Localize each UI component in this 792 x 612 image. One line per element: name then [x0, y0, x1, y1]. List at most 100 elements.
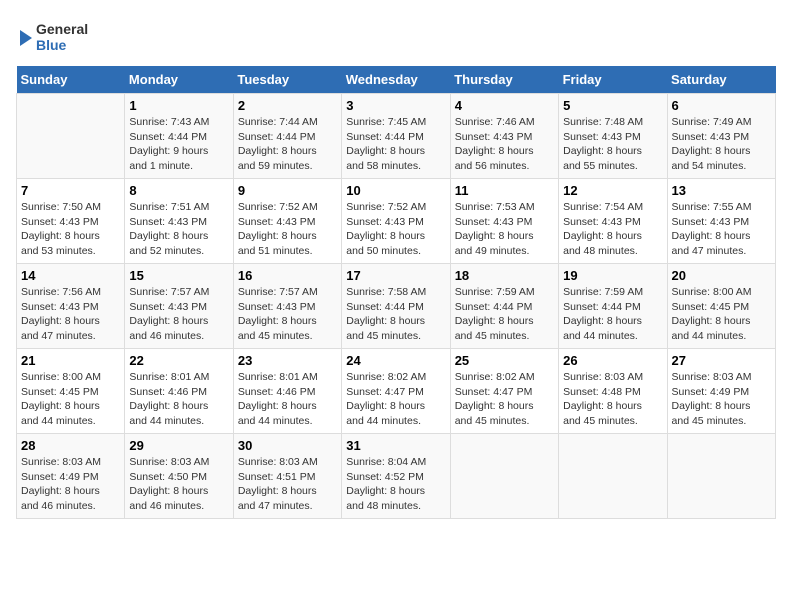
- day-info: Sunrise: 7:53 AM Sunset: 4:43 PM Dayligh…: [455, 200, 554, 259]
- calendar-cell: 26 Sunrise: 8:03 AM Sunset: 4:48 PM Dayli…: [559, 349, 667, 434]
- calendar-cell: 7 Sunrise: 7:50 AM Sunset: 4:43 PM Daylig…: [17, 179, 125, 264]
- calendar-cell: 6Sunrise: 7:49 AM Sunset: 4:43 PM Daylig…: [667, 94, 775, 179]
- day-number: 5: [563, 98, 662, 113]
- weekday-header-friday: Friday: [559, 66, 667, 94]
- weekday-header-sunday: Sunday: [17, 66, 125, 94]
- day-number: 10: [346, 183, 445, 198]
- day-number: 22: [129, 353, 228, 368]
- day-number: 20: [672, 268, 771, 283]
- day-info: Sunrise: 7:51 AM Sunset: 4:43 PM Dayligh…: [129, 200, 228, 259]
- calendar-cell: 4 Sunrise: 7:46 AM Sunset: 4:43 PM Daylig…: [450, 94, 558, 179]
- week-row-2: 7 Sunrise: 7:50 AM Sunset: 4:43 PM Daylig…: [17, 179, 776, 264]
- day-info: Sunrise: 7:56 AM Sunset: 4:43 PM Dayligh…: [21, 285, 120, 344]
- day-number: 19: [563, 268, 662, 283]
- week-row-5: 28Sunrise: 8:03 AM Sunset: 4:49 PM Dayli…: [17, 434, 776, 519]
- day-info: Sunrise: 8:03 AM Sunset: 4:50 PM Dayligh…: [129, 455, 228, 514]
- day-info: Sunrise: 7:52 AM Sunset: 4:43 PM Dayligh…: [238, 200, 337, 259]
- day-number: 7: [21, 183, 120, 198]
- calendar-cell: [667, 434, 775, 519]
- day-number: 30: [238, 438, 337, 453]
- weekday-header-row: SundayMondayTuesdayWednesdayThursdayFrid…: [17, 66, 776, 94]
- day-number: 15: [129, 268, 228, 283]
- calendar-cell: 12 Sunrise: 7:54 AM Sunset: 4:43 PM Dayli…: [559, 179, 667, 264]
- calendar-cell: [450, 434, 558, 519]
- day-number: 24: [346, 353, 445, 368]
- day-number: 16: [238, 268, 337, 283]
- day-info: Sunrise: 7:46 AM Sunset: 4:43 PM Dayligh…: [455, 115, 554, 174]
- day-info: Sunrise: 7:57 AM Sunset: 4:43 PM Dayligh…: [238, 285, 337, 344]
- logo: GeneralBlue: [16, 16, 96, 56]
- calendar-cell: 27 Sunrise: 8:03 AM Sunset: 4:49 PM Dayli…: [667, 349, 775, 434]
- header: GeneralBlue: [16, 16, 776, 56]
- day-info: Sunrise: 8:03 AM Sunset: 4:48 PM Dayligh…: [563, 370, 662, 429]
- day-info: Sunrise: 8:01 AM Sunset: 4:46 PM Dayligh…: [238, 370, 337, 429]
- day-info: Sunrise: 7:54 AM Sunset: 4:43 PM Dayligh…: [563, 200, 662, 259]
- day-number: 12: [563, 183, 662, 198]
- calendar-cell: 18Sunrise: 7:59 AM Sunset: 4:44 PM Dayli…: [450, 264, 558, 349]
- day-info: Sunrise: 8:00 AM Sunset: 4:45 PM Dayligh…: [21, 370, 120, 429]
- day-info: Sunrise: 8:03 AM Sunset: 4:51 PM Dayligh…: [238, 455, 337, 514]
- calendar-cell: 22Sunrise: 8:01 AM Sunset: 4:46 PM Dayli…: [125, 349, 233, 434]
- day-number: 25: [455, 353, 554, 368]
- day-number: 13: [672, 183, 771, 198]
- calendar-cell: 19 Sunrise: 7:59 AM Sunset: 4:44 PM Dayli…: [559, 264, 667, 349]
- day-info: Sunrise: 7:45 AM Sunset: 4:44 PM Dayligh…: [346, 115, 445, 174]
- day-number: 29: [129, 438, 228, 453]
- week-row-1: 1 Sunrise: 7:43 AM Sunset: 4:44 PM Daylig…: [17, 94, 776, 179]
- calendar-cell: 11Sunrise: 7:53 AM Sunset: 4:43 PM Dayli…: [450, 179, 558, 264]
- day-info: Sunrise: 7:43 AM Sunset: 4:44 PM Dayligh…: [129, 115, 228, 174]
- day-number: 23: [238, 353, 337, 368]
- day-info: Sunrise: 7:49 AM Sunset: 4:43 PM Dayligh…: [672, 115, 771, 174]
- calendar-cell: 23 Sunrise: 8:01 AM Sunset: 4:46 PM Dayli…: [233, 349, 341, 434]
- calendar-cell: 25 Sunrise: 8:02 AM Sunset: 4:47 PM Dayli…: [450, 349, 558, 434]
- day-number: 21: [21, 353, 120, 368]
- calendar-cell: [559, 434, 667, 519]
- calendar-cell: 14 Sunrise: 7:56 AM Sunset: 4:43 PM Dayli…: [17, 264, 125, 349]
- calendar-cell: 17Sunrise: 7:58 AM Sunset: 4:44 PM Dayli…: [342, 264, 450, 349]
- calendar-cell: 1 Sunrise: 7:43 AM Sunset: 4:44 PM Daylig…: [125, 94, 233, 179]
- weekday-header-saturday: Saturday: [667, 66, 775, 94]
- day-number: 1: [129, 98, 228, 113]
- calendar-cell: 8 Sunrise: 7:51 AM Sunset: 4:43 PM Daylig…: [125, 179, 233, 264]
- calendar-cell: 30 Sunrise: 8:03 AM Sunset: 4:51 PM Dayli…: [233, 434, 341, 519]
- calendar-cell: 21 Sunrise: 8:00 AM Sunset: 4:45 PM Dayli…: [17, 349, 125, 434]
- day-number: 4: [455, 98, 554, 113]
- calendar-cell: 20Sunrise: 8:00 AM Sunset: 4:45 PM Dayli…: [667, 264, 775, 349]
- day-number: 26: [563, 353, 662, 368]
- calendar-cell: 28Sunrise: 8:03 AM Sunset: 4:49 PM Dayli…: [17, 434, 125, 519]
- day-info: Sunrise: 7:57 AM Sunset: 4:43 PM Dayligh…: [129, 285, 228, 344]
- day-number: 3: [346, 98, 445, 113]
- day-number: 14: [21, 268, 120, 283]
- week-row-4: 21 Sunrise: 8:00 AM Sunset: 4:45 PM Dayli…: [17, 349, 776, 434]
- weekday-header-tuesday: Tuesday: [233, 66, 341, 94]
- calendar-cell: 29 Sunrise: 8:03 AM Sunset: 4:50 PM Dayli…: [125, 434, 233, 519]
- day-info: Sunrise: 7:50 AM Sunset: 4:43 PM Dayligh…: [21, 200, 120, 259]
- calendar-cell: 2Sunrise: 7:44 AM Sunset: 4:44 PM Daylig…: [233, 94, 341, 179]
- calendar-cell: 5 Sunrise: 7:48 AM Sunset: 4:43 PM Daylig…: [559, 94, 667, 179]
- day-number: 31: [346, 438, 445, 453]
- day-number: 9: [238, 183, 337, 198]
- day-info: Sunrise: 7:59 AM Sunset: 4:44 PM Dayligh…: [563, 285, 662, 344]
- calendar-cell: 9 Sunrise: 7:52 AM Sunset: 4:43 PM Daylig…: [233, 179, 341, 264]
- day-info: Sunrise: 7:48 AM Sunset: 4:43 PM Dayligh…: [563, 115, 662, 174]
- day-info: Sunrise: 8:02 AM Sunset: 4:47 PM Dayligh…: [346, 370, 445, 429]
- day-number: 17: [346, 268, 445, 283]
- calendar-cell: 16 Sunrise: 7:57 AM Sunset: 4:43 PM Dayli…: [233, 264, 341, 349]
- calendar-cell: 24 Sunrise: 8:02 AM Sunset: 4:47 PM Dayli…: [342, 349, 450, 434]
- calendar-cell: 31Sunrise: 8:04 AM Sunset: 4:52 PM Dayli…: [342, 434, 450, 519]
- day-info: Sunrise: 8:02 AM Sunset: 4:47 PM Dayligh…: [455, 370, 554, 429]
- day-info: Sunrise: 7:52 AM Sunset: 4:43 PM Dayligh…: [346, 200, 445, 259]
- day-number: 27: [672, 353, 771, 368]
- day-info: Sunrise: 7:55 AM Sunset: 4:43 PM Dayligh…: [672, 200, 771, 259]
- day-info: Sunrise: 8:03 AM Sunset: 4:49 PM Dayligh…: [21, 455, 120, 514]
- day-info: Sunrise: 8:03 AM Sunset: 4:49 PM Dayligh…: [672, 370, 771, 429]
- day-info: Sunrise: 7:44 AM Sunset: 4:44 PM Dayligh…: [238, 115, 337, 174]
- day-number: 8: [129, 183, 228, 198]
- calendar-cell: 3 Sunrise: 7:45 AM Sunset: 4:44 PM Daylig…: [342, 94, 450, 179]
- weekday-header-wednesday: Wednesday: [342, 66, 450, 94]
- svg-text:Blue: Blue: [36, 37, 67, 53]
- calendar-cell: 10 Sunrise: 7:52 AM Sunset: 4:43 PM Dayli…: [342, 179, 450, 264]
- calendar-cell: 13 Sunrise: 7:55 AM Sunset: 4:43 PM Dayli…: [667, 179, 775, 264]
- calendar-cell: 15 Sunrise: 7:57 AM Sunset: 4:43 PM Dayli…: [125, 264, 233, 349]
- week-row-3: 14 Sunrise: 7:56 AM Sunset: 4:43 PM Dayli…: [17, 264, 776, 349]
